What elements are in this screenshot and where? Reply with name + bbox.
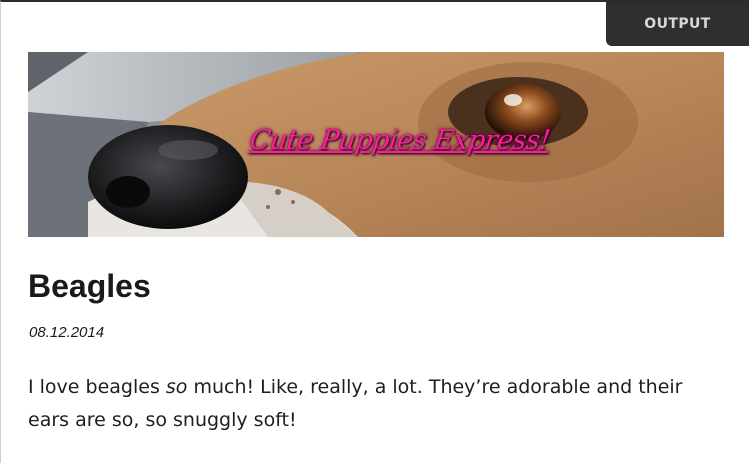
post-title: Beagles [28,268,151,304]
header-banner: Cute Puppies Express! [28,52,724,237]
post-body-emphasis: so [165,376,188,398]
post-body: I love beagles so much! Like, really, a … [28,371,708,437]
post-body-text-start: I love beagles [28,376,166,398]
output-frame: OUTPUT Cute Puppies Express! Beagles 08.… [0,0,749,463]
post-date: 08.12.2014 [29,324,105,341]
banner-title: Cute Puppies Express! [247,125,552,156]
output-tab-label: OUTPUT [644,16,711,32]
output-tab[interactable]: OUTPUT [606,2,749,46]
